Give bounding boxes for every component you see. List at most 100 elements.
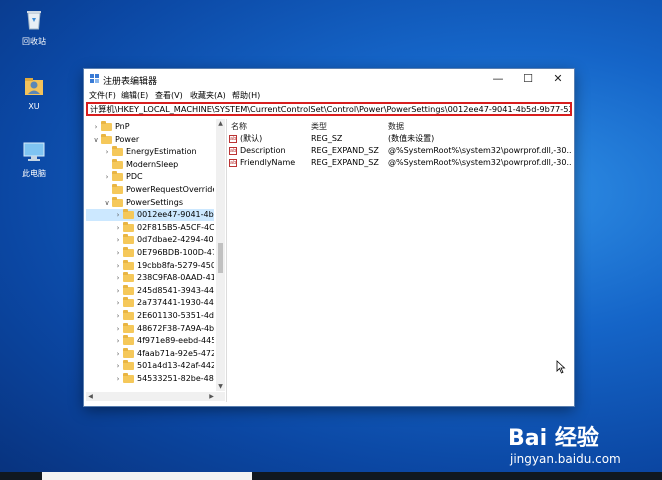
menu-help[interactable]: 帮助(H) xyxy=(232,90,260,101)
watermark-logo: Bai 经验 xyxy=(508,426,599,451)
tree-item[interactable]: › 19cbb8fa-5279-450 xyxy=(86,259,214,272)
scroll-right-icon[interactable]: ▶ xyxy=(207,392,216,401)
tree-item[interactable]: › 0E796BDB-100D-47 xyxy=(86,247,214,259)
tree-item[interactable]: › 245d8541-3943-442 xyxy=(86,284,214,297)
address-bar[interactable]: 计算机\HKEY_LOCAL_MACHINE\SYSTEM\CurrentCon… xyxy=(86,102,572,116)
tree-item-label: 501a4d13-42af-442 xyxy=(137,361,214,371)
chevron-right-icon[interactable]: › xyxy=(114,310,122,322)
folder-icon xyxy=(123,221,134,232)
tree-item[interactable]: › PnP xyxy=(86,121,214,133)
folder-icon xyxy=(123,322,134,333)
value-row[interactable]: (默认) REG_SZ (数值未设置) xyxy=(229,133,572,145)
tree-item[interactable]: › 48672F38-7A9A-4bb xyxy=(86,322,214,335)
window-title: 注册表编辑器 xyxy=(103,77,158,87)
value-data: @%SystemRoot%\system32\powrprof.dll,-30.… xyxy=(388,158,572,167)
menu-view[interactable]: 查看(V) xyxy=(155,90,183,101)
folder-icon xyxy=(123,297,134,308)
folder-icon xyxy=(123,259,134,270)
tree-item-label: 0E796BDB-100D-47 xyxy=(137,248,214,257)
tree-item-label: 0d7dbae2-4294-402 xyxy=(137,235,214,245)
minimize-button[interactable]: — xyxy=(484,71,512,87)
title-bar[interactable]: 注册表编辑器 — ☐ ✕ xyxy=(84,69,574,89)
chevron-right-icon[interactable]: › xyxy=(114,335,122,347)
folder-icon xyxy=(112,171,123,182)
tree-item[interactable]: › 02F815B5-A5CF-4C8 xyxy=(86,221,214,234)
tree-item[interactable]: › 0d7dbae2-4294-402 xyxy=(86,234,214,246)
tree-item-label: 48672F38-7A9A-4bb xyxy=(137,323,214,333)
tree-item[interactable]: › 0012ee47-9041-4b5 xyxy=(86,209,214,222)
value-type: REG_EXPAND_SZ xyxy=(311,158,379,167)
value-row[interactable]: FriendlyName REG_EXPAND_SZ @%SystemRoot%\s… xyxy=(229,157,572,169)
tree-item[interactable]: › 2E601130-5351-4d9 xyxy=(86,310,214,322)
registry-tree: › PnP ∨ Power › EnergyEstimation ModernSleep › P… xyxy=(86,119,227,402)
close-button[interactable]: ✕ xyxy=(544,71,572,87)
menu-edit[interactable]: 编辑(E) xyxy=(121,90,148,101)
chevron-right-icon[interactable]: › xyxy=(114,360,122,372)
value-row[interactable]: Description REG_EXPAND_SZ @%SystemRoot%\sy… xyxy=(229,145,572,157)
tree-item[interactable]: ∨ Power xyxy=(86,133,214,146)
desktop-icon-recycle-bin[interactable]: 回收站 xyxy=(12,6,56,47)
tree-item-label: PowerRequestOverride xyxy=(126,185,214,194)
folder-icon xyxy=(123,272,134,283)
tree-item[interactable]: › 501a4d13-42af-442 xyxy=(86,360,214,372)
tree-item[interactable]: › 2a737441-1930-440 xyxy=(86,297,214,309)
chevron-right-icon[interactable]: › xyxy=(114,222,122,234)
string-value-icon xyxy=(229,133,237,145)
desktop-icon-user[interactable]: XU xyxy=(12,72,56,111)
chevron-right-icon[interactable]: › xyxy=(114,348,122,360)
column-header-data[interactable]: 数据 xyxy=(388,121,404,132)
scroll-down-icon[interactable]: ▼ xyxy=(216,382,225,391)
tree-item[interactable]: PowerRequestOverride xyxy=(86,184,214,196)
scroll-left-icon[interactable]: ◀ xyxy=(86,392,95,401)
value-data: (数值未设置) xyxy=(388,134,435,143)
tree-vertical-scrollbar[interactable]: ▲ ▼ xyxy=(216,119,225,391)
tree-item[interactable]: ModernSleep xyxy=(86,158,214,171)
tree-item-label: ModernSleep xyxy=(126,159,179,169)
tree-item[interactable]: › 4faab71a-92e5-472 xyxy=(86,347,214,360)
tree-horizontal-scrollbar[interactable]: ◀ ▶ xyxy=(86,392,225,401)
chevron-right-icon[interactable]: › xyxy=(114,247,122,259)
taskbar-search-box[interactable] xyxy=(42,472,252,480)
tree-item[interactable]: › EnergyEstimation xyxy=(86,146,214,158)
tree-item[interactable]: › 54533251-82be-482 xyxy=(86,373,214,385)
folder-icon xyxy=(123,209,134,220)
tree-item[interactable]: › 4f971e89-eebd-445 xyxy=(86,335,214,347)
string-value-icon xyxy=(229,157,237,169)
tree-item[interactable]: › PDC xyxy=(86,171,214,183)
chevron-right-icon[interactable]: › xyxy=(114,285,122,297)
menu-file[interactable]: 文件(F) xyxy=(89,90,116,101)
column-header-type[interactable]: 类型 xyxy=(311,121,327,132)
menu-favorites[interactable]: 收藏夹(A) xyxy=(190,90,226,101)
tree-item[interactable]: ∨ PowerSettings xyxy=(86,196,214,209)
desktop-icon-label: XU xyxy=(28,102,40,111)
chevron-right-icon[interactable]: › xyxy=(114,323,122,335)
value-data: @%SystemRoot%\system32\powrprof.dll,-30.… xyxy=(388,146,572,155)
scroll-thumb[interactable] xyxy=(218,243,223,273)
tree-item-label: 54533251-82be-482 xyxy=(137,374,214,383)
chevron-down-icon[interactable]: ∨ xyxy=(103,197,111,209)
scroll-up-icon[interactable]: ▲ xyxy=(216,119,225,128)
value-type: REG_SZ xyxy=(311,134,343,143)
tree-item[interactable]: › 238C9FA8-0AAD-41 xyxy=(86,272,214,284)
folder-icon xyxy=(112,184,123,194)
chevron-right-icon[interactable]: › xyxy=(114,373,122,385)
chevron-down-icon[interactable]: ∨ xyxy=(92,134,100,146)
tree-item-label: EnergyEstimation xyxy=(126,147,197,157)
chevron-right-icon[interactable]: › xyxy=(114,260,122,272)
chevron-right-icon[interactable]: › xyxy=(103,146,111,158)
folder-icon xyxy=(123,360,134,371)
chevron-right-icon[interactable]: › xyxy=(92,121,100,133)
chevron-right-icon[interactable]: › xyxy=(103,171,111,183)
chevron-right-icon[interactable]: › xyxy=(114,297,122,309)
desktop-icon-label: 回收站 xyxy=(22,37,46,46)
desktop-icon-this-pc[interactable]: 此电脑 xyxy=(12,138,56,179)
maximize-button[interactable]: ☐ xyxy=(514,71,542,87)
column-header-name[interactable]: 名称 xyxy=(231,121,247,132)
chevron-right-icon[interactable]: › xyxy=(114,234,122,246)
recycle-bin-icon xyxy=(27,11,41,30)
chevron-right-icon[interactable]: › xyxy=(114,272,122,284)
folder-icon xyxy=(123,335,134,346)
chevron-right-icon[interactable]: › xyxy=(114,209,122,221)
value-name: (默认) xyxy=(240,134,263,143)
tree-item-label: Power xyxy=(115,134,140,144)
